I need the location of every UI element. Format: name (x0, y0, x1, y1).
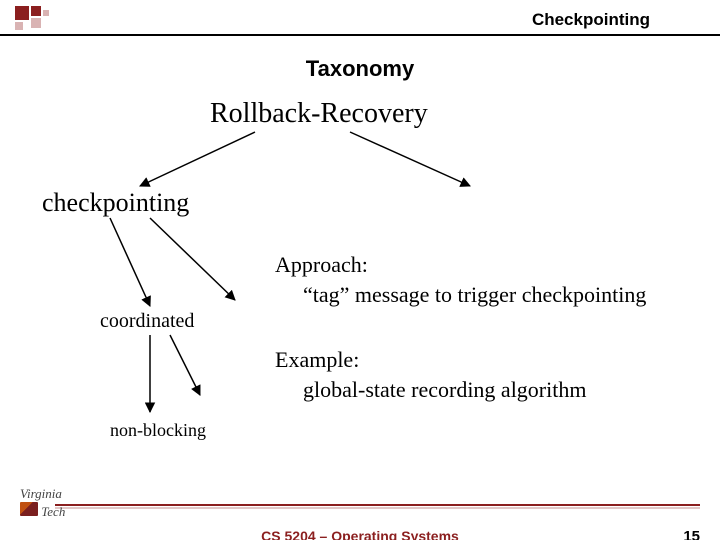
vt-mark-icon (20, 502, 38, 516)
node-root: Rollback-Recovery (210, 98, 428, 130)
node-checkpointing: checkpointing (42, 188, 189, 218)
vt-logo: Virginia Tech (20, 486, 65, 520)
approach-block: Approach: “tag” message to trigger check… (275, 250, 695, 309)
approach-text: “tag” message to trigger checkpointing (303, 280, 695, 310)
footer-course: CS 5204 – Operating Systems (0, 528, 720, 540)
page-number: 15 (683, 528, 700, 540)
example-label: Example: (275, 345, 695, 375)
running-header: Checkpointing (532, 10, 650, 30)
example-text: global-state recording algorithm (303, 375, 695, 405)
slide: Checkpointing Taxonomy Rollback-Recovery… (0, 0, 720, 540)
node-coordinated: coordinated (100, 310, 194, 333)
logo-text-top: Virginia (20, 486, 62, 501)
logo-text-bottom: Tech (41, 504, 65, 519)
footer-rule (55, 504, 700, 506)
slide-title: Taxonomy (0, 56, 720, 82)
header-rule (0, 34, 720, 36)
node-non-blocking: non-blocking (110, 420, 206, 441)
approach-label: Approach: (275, 250, 695, 280)
example-block: Example: global-state recording algorith… (275, 345, 695, 404)
